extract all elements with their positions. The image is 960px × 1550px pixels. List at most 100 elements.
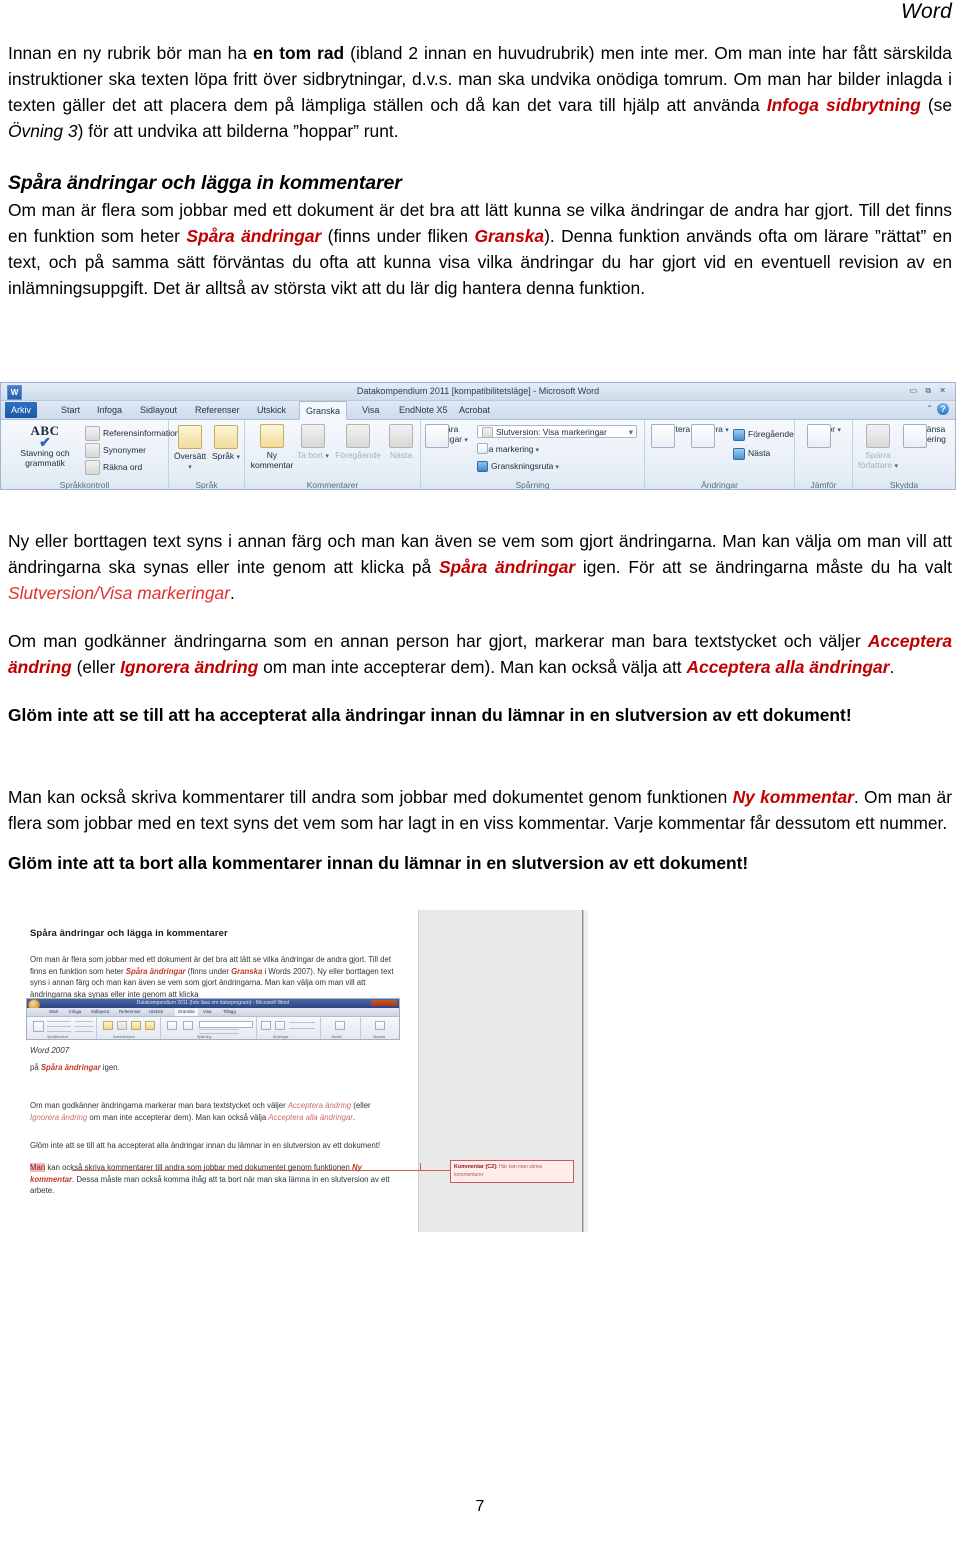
delete-comment-icon — [117, 1021, 127, 1030]
combo-value: Slutversion: Visa markeringar — [496, 427, 607, 437]
markup-view-icon — [482, 427, 493, 439]
next-icon — [145, 1021, 155, 1030]
button-granskningsruta[interactable]: Granskningsruta ▾ — [477, 460, 559, 474]
tab-referenser[interactable]: Referenser — [189, 402, 246, 418]
p1-seg3: (se — [920, 95, 952, 115]
previous-change-icon — [733, 428, 745, 441]
doc-scrollbar[interactable] — [583, 910, 588, 1232]
button-acceptera[interactable]: Acceptera ▾ — [651, 424, 691, 448]
button-foregaende[interactable]: Föregående — [331, 424, 385, 460]
button-label: Stavning och grammatik — [20, 448, 70, 468]
embedded-tab-granska[interactable]: Granska — [175, 1008, 198, 1016]
button-ta-bort[interactable]: Ta bort ▾ — [297, 424, 329, 462]
embedded-tab-referenser[interactable]: Referenser — [119, 1009, 141, 1014]
item-label: Granskningsruta — [491, 461, 554, 471]
embedded-tab-sidlayout[interactable]: Sidlayout — [91, 1009, 109, 1014]
page-footer: 7 — [475, 1498, 485, 1515]
chevron-down-icon[interactable]: ▾ — [534, 447, 539, 454]
button-jamfor[interactable]: Jämför ▾ — [807, 424, 843, 448]
p3-term-slutversion: Slutversion/Visa markeringar — [8, 583, 230, 603]
tab-sidlayout[interactable]: Sidlayout — [134, 402, 183, 418]
tab-visa[interactable]: Visa — [356, 402, 385, 418]
button-begransa-redigering[interactable]: Begränsa redigering — [903, 424, 951, 448]
dp2-term-spara: Spåra ändringar — [40, 1063, 101, 1072]
chevron-down-icon[interactable]: ▾ — [325, 453, 329, 460]
embedded-tab-start[interactable]: Start — [49, 1009, 58, 1014]
section-heading-spara-andringar: Spåra ändringar och lägga in kommentarer — [8, 172, 402, 194]
line — [289, 1028, 315, 1029]
ribbon-titlebar: W Datakompendium 2011 [kompatibilitetslä… — [1, 383, 955, 401]
button-ignorera[interactable]: Ignorera ▾ — [691, 424, 729, 448]
group-label-skydda: Skydda — [889, 480, 919, 490]
tab-start[interactable]: Start — [55, 402, 86, 418]
globe-icon — [214, 425, 238, 449]
tab-endnote[interactable]: EndNote X5 — [393, 402, 454, 418]
line — [47, 1031, 71, 1032]
comment-balloon[interactable]: Kommentar [C2]: Här kan man skriva komme… — [450, 1160, 574, 1183]
button-synonymer[interactable]: Synonymer — [85, 443, 146, 458]
chevron-down-icon[interactable]: ▾ — [553, 464, 559, 471]
block-authors-icon — [866, 424, 890, 448]
button-spara-andringar[interactable]: Spåra ändringar ▾ — [425, 424, 469, 448]
document-content-2: Ny eller borttagen text syns i annan fär… — [8, 528, 952, 876]
chevron-down-icon[interactable]: ▾ — [237, 454, 241, 461]
chevron-down-icon[interactable]: ▾ — [188, 464, 192, 471]
button-rakna-ord[interactable]: Räkna ord — [85, 460, 142, 475]
comment-leader-connector — [420, 1163, 421, 1171]
embedded-window-controls[interactable] — [371, 1000, 397, 1006]
dp2-seg1: på — [30, 1063, 41, 1072]
line — [289, 1022, 315, 1023]
previous-icon — [131, 1021, 141, 1030]
embedded-tab-tillagg[interactable]: Tillägg — [223, 1009, 236, 1014]
item-label: Synonymer — [103, 444, 146, 455]
tab-acrobat[interactable]: Acrobat — [453, 402, 496, 418]
balloons-icon — [183, 1021, 193, 1030]
line — [47, 1021, 71, 1022]
embedded-tab-utskick[interactable]: Utskick — [149, 1009, 163, 1014]
protect-icon — [375, 1021, 385, 1030]
compare-icon — [807, 424, 831, 448]
button-stavning-och-grammatik[interactable]: ABC ✔ Stavning och grammatik — [9, 424, 81, 468]
button-nasta[interactable]: Nästa — [385, 424, 417, 460]
p3-seg2: igen. För att se ändringarna måste du ha… — [575, 557, 952, 577]
button-foregaende-andring[interactable]: Föregående — [733, 428, 794, 441]
group-label-kommentarer: Kommentarer — [306, 480, 359, 490]
button-sparra-forfattare[interactable]: Spärra författare ▾ — [855, 424, 901, 472]
group-label-sparning: Spårning — [515, 480, 550, 490]
window-controls[interactable]: ▭ ⧉ ✕ — [910, 386, 949, 396]
tab-utskick[interactable]: Utskick — [251, 402, 292, 418]
embedded-ribbon-body: Språkkontroll Kommentarer Spårning Ändri… — [27, 1017, 399, 1039]
next-change-icon — [733, 447, 745, 460]
paragraph-2: Om man är flera som jobbar med ett dokum… — [8, 197, 952, 301]
chevron-down-icon[interactable]: ▾ — [629, 426, 633, 438]
ribbon-help[interactable]: ⌃? — [926, 403, 949, 415]
dp3-term-ignorera: Ignorera ändring — [30, 1112, 88, 1122]
help-icon[interactable]: ? — [937, 403, 949, 415]
tab-infoga[interactable]: Infoga — [91, 402, 128, 418]
ribbon-group-sparning: Spåra ändringar ▾ Slutversion: Visa mark… — [421, 420, 645, 490]
embedded-tab-visa[interactable]: Visa — [203, 1009, 211, 1014]
chevron-down-icon[interactable]: ▾ — [725, 427, 729, 434]
p1-term-infoga-sidbrytning: Infoga sidbrytning — [766, 95, 921, 115]
button-visa-markering[interactable]: Visa markering ▾ — [477, 443, 539, 457]
wordcount-icon — [85, 460, 100, 475]
chevron-down-icon[interactable]: ▾ — [837, 427, 841, 434]
button-sprak[interactable]: Språk ▾ — [209, 425, 243, 463]
tab-arkiv[interactable]: Arkiv — [5, 402, 37, 418]
combo-display-for-review[interactable]: Slutversion: Visa markeringar ▾ — [477, 425, 637, 439]
minimize-ribbon-icon[interactable]: ⌃ — [926, 404, 933, 413]
line — [75, 1031, 93, 1032]
button-nasta-andring[interactable]: Nästa — [733, 447, 770, 460]
word-ribbon-screenshot: W Datakompendium 2011 [kompatibilitetslä… — [0, 382, 956, 490]
chevron-down-icon[interactable]: ▾ — [894, 463, 898, 470]
ribbon-group-sprakkontroll: ABC ✔ Stavning och grammatik Referensinf… — [1, 420, 180, 489]
button-referensinformation[interactable]: Referensinformation — [85, 426, 180, 441]
chevron-down-icon[interactable]: ▾ — [464, 437, 468, 444]
button-oversatt[interactable]: Översätt ▾ — [173, 425, 207, 473]
tab-granska[interactable]: Granska — [299, 401, 348, 420]
embedded-tab-infoga[interactable]: Infoga — [69, 1009, 81, 1014]
doc-paragraph-4: Glöm inte att se till att ha accepterat … — [30, 1141, 381, 1150]
button-ny-kommentar[interactable]: Ny kommentar — [249, 424, 295, 470]
dp5-seg1: kan också skriva kommentarer till andra … — [45, 1163, 352, 1172]
